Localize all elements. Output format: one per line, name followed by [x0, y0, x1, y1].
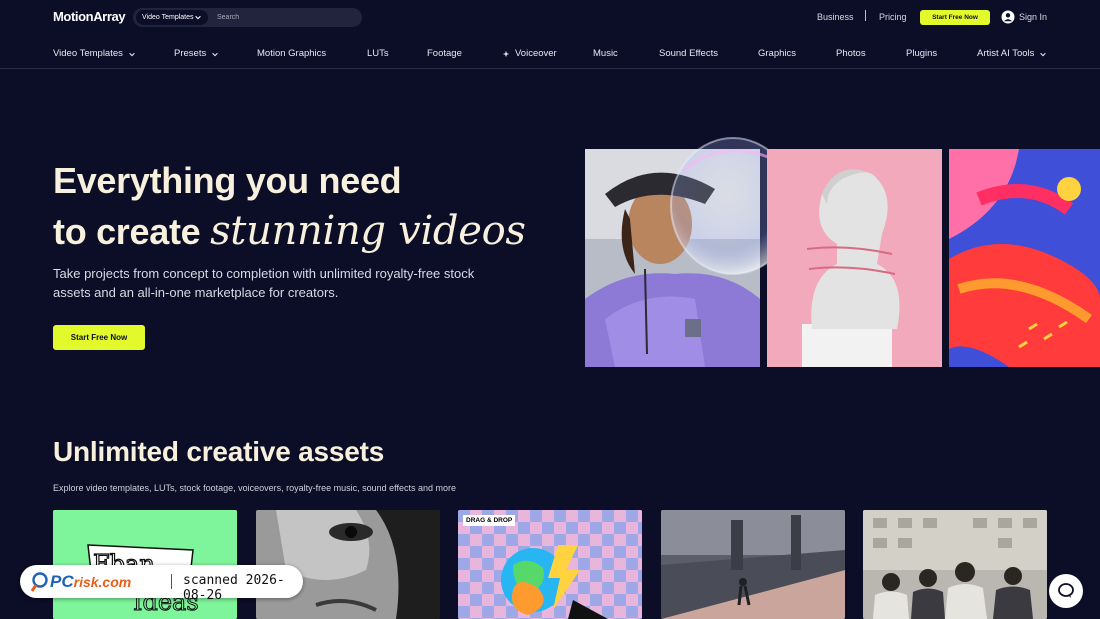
asset-card-footage[interactable] [661, 510, 845, 619]
watermark-brand: PCrisk.com [50, 572, 131, 592]
nav-item-photos[interactable]: Photos [836, 48, 866, 59]
chevron-down-icon [129, 52, 135, 56]
nav-item-voiceover[interactable]: Voiceover [502, 48, 557, 59]
assets-heading: Unlimited creative assets [53, 436, 385, 467]
sign-in-link[interactable]: Sign In [1019, 12, 1047, 22]
nav-item-label: Presets [174, 48, 207, 59]
nav-item-label: Photos [836, 48, 866, 59]
chevron-down-icon [195, 15, 201, 20]
watermark-brand-risk: risk.com [73, 574, 132, 590]
nav-item-label: Plugins [906, 48, 938, 59]
statue-bust-photo [767, 149, 942, 367]
header-divider [865, 10, 866, 21]
hero-heading-script: stunning videos [210, 208, 526, 254]
hero-heading-line2-prefix: to create [53, 211, 211, 252]
assets-subtitle: Explore video templates, LUTs, stock foo… [53, 483, 457, 493]
nav-item-motion-graphics[interactable]: Motion Graphics [257, 48, 326, 59]
chat-icon [1058, 583, 1074, 598]
drag-drop-badge: DRAG & DROP [463, 515, 516, 526]
chat-support-button[interactable] [1049, 574, 1083, 608]
chevron-down-icon [1040, 52, 1047, 56]
pricing-link[interactable]: Pricing [879, 12, 907, 22]
hero-media-collage [585, 137, 1100, 367]
sparkle-icon [502, 50, 510, 57]
search-input[interactable] [213, 10, 361, 25]
colorful-abstract-art [949, 149, 1100, 367]
nav-item-luts[interactable]: LUTs [367, 48, 389, 59]
search-category-label: Video Templates [142, 14, 194, 21]
motion-array-logo[interactable]: MotionArray [53, 9, 126, 24]
search-bar: Video Templates [133, 8, 362, 27]
top-header: MotionArray Video Templates Business Pri… [0, 0, 1100, 36]
group-of-friends-card [863, 510, 1047, 619]
magnifier-icon [30, 572, 48, 592]
nav-item-label: Graphics [758, 48, 797, 59]
pcrisk-watermark: PCrisk.com scanned 2026-08-26 [20, 565, 303, 603]
header-start-free-button[interactable]: Start Free Now [920, 10, 990, 25]
nav-item-label: Video Templates [53, 48, 123, 59]
watermark-divider [171, 574, 172, 589]
nav-item-label: LUTs [367, 48, 389, 59]
nav-item-label: Artist AI Tools [977, 48, 1035, 59]
hero-subtitle: Take projects from concept to completion… [53, 266, 475, 300]
nav-item-plugins[interactable]: Plugins [906, 48, 937, 59]
search-category-select[interactable]: Video Templates [136, 10, 208, 25]
user-icon[interactable] [1001, 10, 1015, 24]
nav-item-footage[interactable]: Footage [427, 48, 462, 59]
nav-item-label: Sound Effects [659, 48, 718, 59]
nav-item-video-templates[interactable]: Video Templates [53, 48, 136, 59]
skateboarder-street-card [661, 510, 845, 619]
nav-item-label: Footage [427, 48, 462, 59]
category-nav: Video Templates Presets Motion Graphics … [0, 40, 1100, 69]
business-link[interactable]: Business [817, 12, 854, 22]
nav-item-graphics[interactable]: Graphics [758, 48, 796, 59]
asset-card-drag-and-drop[interactable]: DRAG & DROP [458, 510, 642, 619]
nav-item-music[interactable]: Music [593, 48, 618, 59]
nav-item-artist-ai-tools[interactable]: Artist AI Tools [977, 48, 1047, 59]
nav-item-presets[interactable]: Presets [174, 48, 219, 59]
hero-start-free-button[interactable]: Start Free Now [53, 325, 145, 350]
hero-heading: Everything you need to create stunning v… [53, 156, 526, 257]
watermark-scan-date: scanned 2026-08-26 [183, 573, 285, 603]
nav-item-sound-effects[interactable]: Sound Effects [659, 48, 718, 59]
hero-heading-line1: Everything you need [53, 160, 402, 201]
nav-item-label: Voiceover [515, 48, 557, 59]
chevron-down-icon [212, 52, 218, 56]
drag-and-drop-checkered-card [458, 510, 642, 619]
nav-item-label: Music [593, 48, 618, 59]
watermark-brand-pc: PC [50, 572, 74, 591]
nav-item-label: Motion Graphics [257, 48, 327, 59]
asset-card-photos[interactable] [863, 510, 1047, 619]
